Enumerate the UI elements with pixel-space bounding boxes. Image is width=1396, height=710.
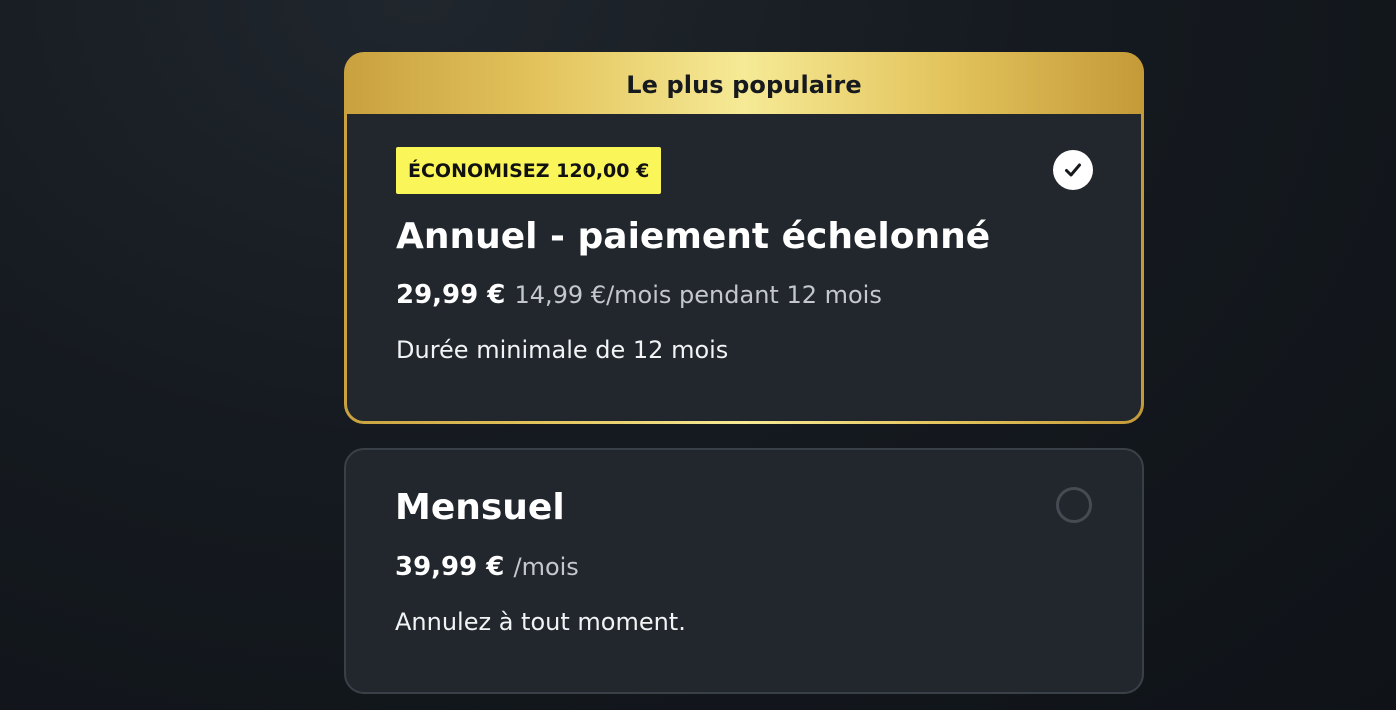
selected-radio[interactable] [1053, 150, 1093, 190]
plan-card-annual-body: ÉCONOMISEZ 120,00 € Annuel - paiement éc… [347, 114, 1141, 421]
plan-card-annual[interactable]: Le plus populaire ÉCONOMISEZ 120,00 € An… [344, 52, 1144, 424]
plan-card-monthly[interactable]: Mensuel 39,99 € /mois Annulez à tout mom… [344, 448, 1144, 694]
price-line-monthly: 39,99 € /mois [395, 554, 579, 580]
price-detail-monthly: /mois [513, 553, 579, 581]
check-icon [1065, 163, 1081, 177]
plan-title-monthly: Mensuel [395, 487, 565, 528]
price-line-annual: 29,99 € 14,99 €/mois pendant 12 mois [396, 282, 882, 308]
most-popular-ribbon: Le plus populaire [626, 70, 862, 99]
plan-title-annual: Annuel - paiement échelonné [396, 216, 991, 257]
plan-note-monthly: Annulez à tout moment. [395, 608, 686, 636]
price-annual: 29,99 € [396, 280, 506, 310]
plan-note-annual: Durée minimale de 12 mois [396, 336, 729, 364]
savings-badge: ÉCONOMISEZ 120,00 € [396, 147, 662, 194]
radio-empty-icon[interactable] [1056, 487, 1092, 523]
price-monthly: 39,99 € [395, 552, 505, 582]
price-detail-annual: 14,99 €/mois pendant 12 mois [514, 281, 882, 309]
